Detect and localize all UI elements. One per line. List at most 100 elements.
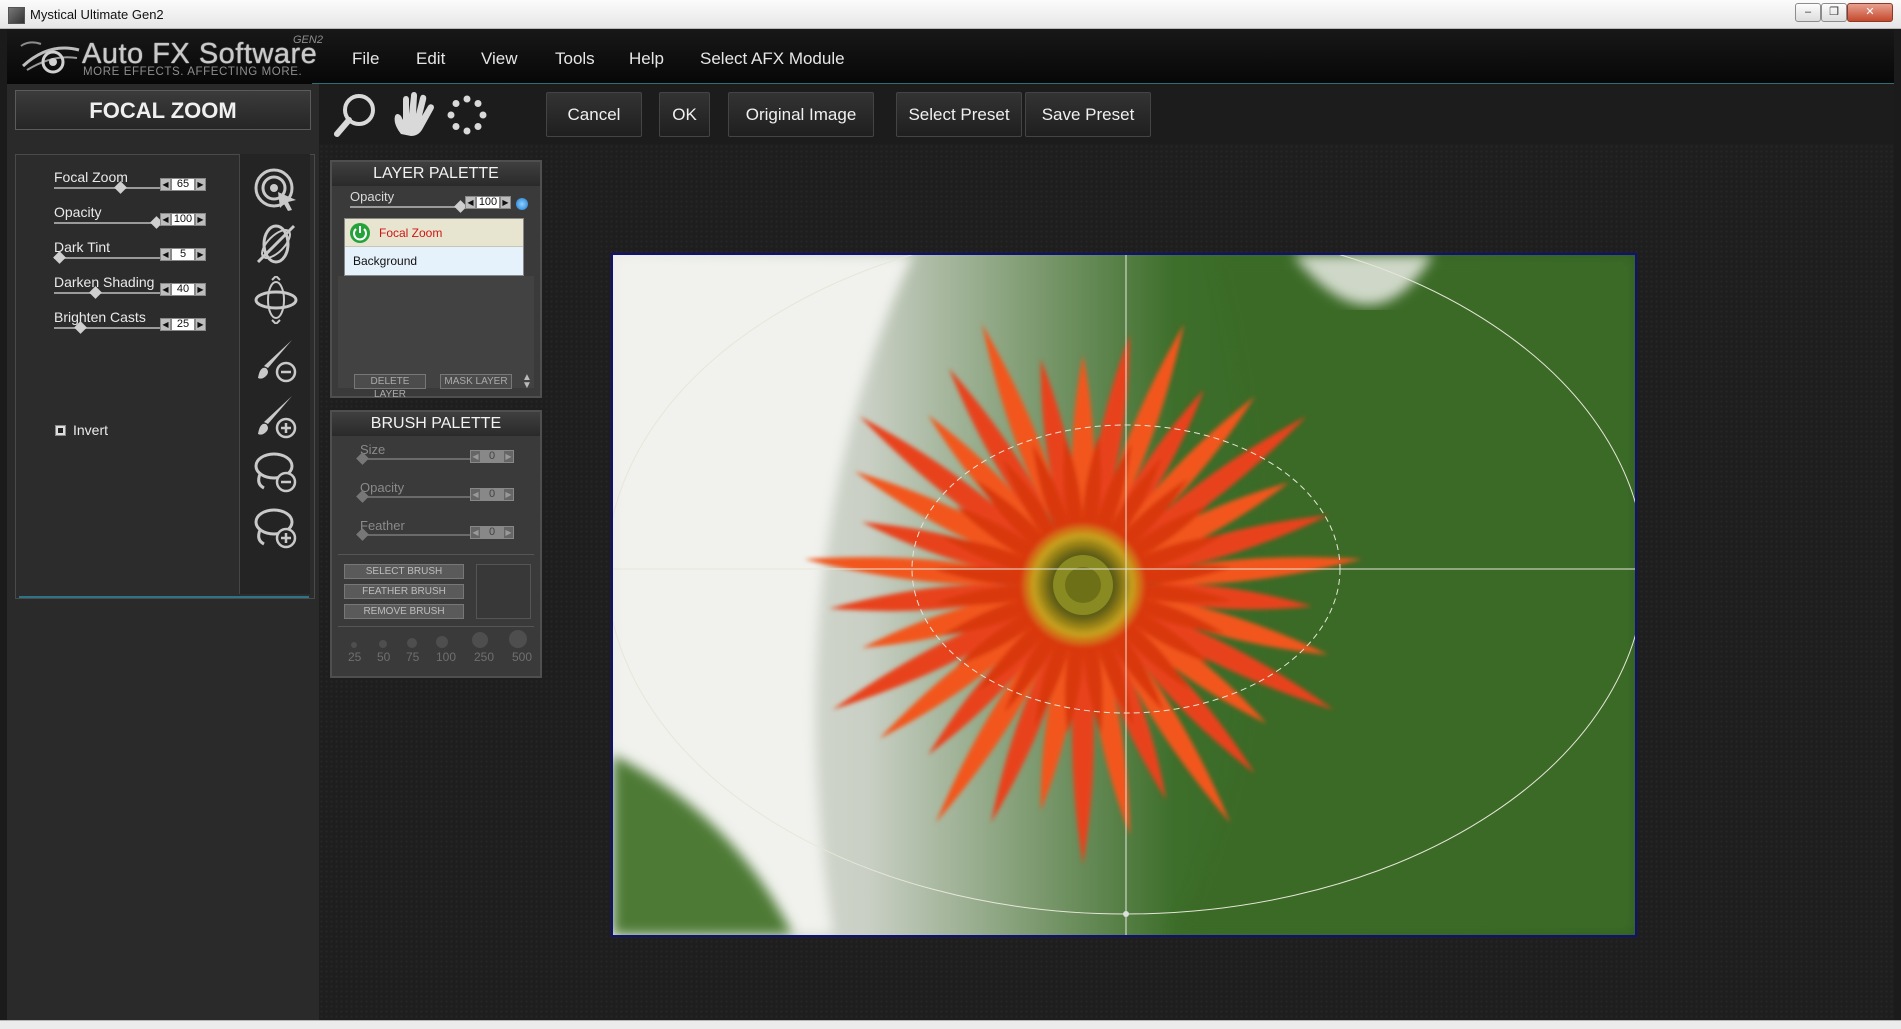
brush-size-dot[interactable]	[472, 632, 488, 648]
brush-slider-increment[interactable]: ▶	[503, 488, 514, 501]
layer-opacity-label: Opacity	[350, 189, 395, 204]
brush-slider-track[interactable]	[360, 534, 470, 536]
no-selection-icon[interactable]	[252, 220, 300, 268]
slider-value[interactable]: 40	[171, 283, 195, 296]
brush-size-label[interactable]: 75	[406, 650, 419, 664]
brush-size-label[interactable]: 250	[474, 650, 494, 664]
slider-track[interactable]	[54, 187, 164, 189]
brush-slider-decrement[interactable]: ◀	[470, 526, 481, 539]
slider-value[interactable]: 100	[171, 213, 195, 226]
slider-increment[interactable]: ▶	[195, 248, 206, 261]
invert-checkbox[interactable]	[55, 425, 66, 436]
select-brush-button[interactable]: SELECT BRUSH	[344, 564, 464, 579]
brush-slider-increment[interactable]: ▶	[503, 526, 514, 539]
menu-edit[interactable]: Edit	[416, 49, 445, 69]
spinner-icon[interactable]	[446, 94, 488, 136]
slider-increment[interactable]: ▶	[195, 283, 206, 296]
orbit-icon[interactable]	[252, 276, 300, 324]
zoom-icon[interactable]	[333, 92, 379, 138]
restore-icon[interactable]: ❐	[1821, 3, 1847, 22]
slider-decrement[interactable]: ◀	[160, 248, 171, 261]
logo-gen: GEN2	[293, 34, 323, 46]
slider-decrement[interactable]: ◀	[160, 178, 171, 191]
brush-size-dot[interactable]	[379, 640, 387, 648]
menu-tools[interactable]: Tools	[555, 49, 595, 69]
slider-decrement[interactable]: ◀	[160, 213, 171, 226]
brush-palette-body: Size ◀ 0 ▶ Opacity ◀ 0 ▶ Feather ◀ 0 ▶ SELECT BRUSH…	[332, 436, 540, 676]
layer-palette-body: Opacity ◀ 100 ▶ Focal Zoom Background DE…	[332, 186, 540, 400]
slider-increment[interactable]: ▶	[195, 318, 206, 331]
layer-opacity-track[interactable]	[350, 206, 464, 208]
mask-layer-button[interactable]: MASK LAYER	[440, 374, 512, 389]
feather-brush-button[interactable]: FEATHER BRUSH	[344, 584, 464, 599]
brush-add-icon[interactable]	[252, 392, 300, 440]
brush-size-label[interactable]: 25	[348, 650, 361, 664]
action-toolbar: Cancel OK Original Image Select Preset S…	[319, 84, 1894, 144]
slider-track[interactable]	[54, 222, 164, 224]
effect-panel: FOCAL ZOOM Focal Zoom ◀ 65 ▶ Opacity ◀ 100 ▶ Dar…	[7, 84, 319, 1020]
close-icon[interactable]: ✕	[1847, 3, 1893, 22]
slider-decrement[interactable]: ◀	[160, 318, 171, 331]
layer-opacity-decrement[interactable]: ◀	[465, 196, 476, 209]
layer-opacity-increment[interactable]: ▶	[500, 196, 511, 209]
brush-size-dot[interactable]	[509, 630, 527, 648]
menu-help[interactable]: Help	[629, 49, 664, 69]
layer-list: Focal Zoom Background	[344, 218, 524, 276]
brush-size-dot[interactable]	[407, 638, 417, 648]
slider-value[interactable]: 25	[171, 318, 195, 331]
brush-slider-value[interactable]: 0	[481, 526, 503, 539]
layer-opacity-value[interactable]: 100	[476, 196, 500, 209]
remove-brush-button[interactable]: REMOVE BRUSH	[344, 604, 464, 619]
layer-palette-title: LAYER PALETTE	[332, 162, 540, 186]
brush-remove-icon[interactable]	[252, 336, 300, 384]
blend-mode-icon[interactable]	[516, 198, 528, 210]
window-title: Mystical Ultimate Gen2	[30, 7, 164, 22]
header-bar: Auto FX Software MORE EFFECTS. AFFECTING…	[7, 29, 1894, 84]
focal-target-icon[interactable]	[252, 164, 300, 212]
cancel-button[interactable]: Cancel	[546, 92, 642, 137]
select-preset-button[interactable]: Select Preset	[896, 92, 1022, 137]
lasso-remove-icon[interactable]	[252, 448, 300, 496]
ok-button[interactable]: OK	[659, 92, 710, 137]
slider-value[interactable]: 5	[171, 248, 195, 261]
slider-track[interactable]	[54, 257, 164, 259]
controls-accent-line	[19, 596, 309, 598]
effect-tool-column	[239, 154, 310, 594]
power-icon[interactable]	[349, 222, 371, 244]
original-image-button[interactable]: Original Image	[728, 92, 874, 137]
brush-slider-track[interactable]	[360, 496, 470, 498]
slider-decrement[interactable]: ◀	[160, 283, 171, 296]
brush-slider-decrement[interactable]: ◀	[470, 450, 481, 463]
menu-select-afx-module[interactable]: Select AFX Module	[700, 49, 845, 69]
slider-track[interactable]	[54, 327, 164, 329]
delete-layer-button[interactable]: DELETE LAYER	[354, 374, 426, 400]
brush-size-label[interactable]: 50	[377, 650, 390, 664]
brush-slider-increment[interactable]: ▶	[503, 450, 514, 463]
brush-size-dot[interactable]	[436, 636, 448, 648]
preview-image[interactable]	[611, 253, 1637, 937]
brush-slider-decrement[interactable]: ◀	[470, 488, 481, 501]
layer-row-focal-zoom[interactable]: Focal Zoom	[345, 219, 523, 247]
slider-value[interactable]: 65	[171, 178, 195, 191]
slider-increment[interactable]: ▶	[195, 178, 206, 191]
slider-track[interactable]	[54, 292, 164, 294]
lasso-add-icon[interactable]	[252, 504, 300, 552]
slider-label: Dark Tint	[54, 239, 111, 255]
layer-scroll-arrows-icon[interactable]: ▲ ▼	[522, 373, 532, 391]
brush-slider-track[interactable]	[360, 458, 470, 460]
menu-view[interactable]: View	[481, 49, 518, 69]
effect-title: FOCAL ZOOM	[89, 98, 237, 123]
layer-row-background[interactable]: Background	[345, 247, 523, 275]
hand-icon[interactable]	[391, 90, 437, 138]
brush-slider-value[interactable]: 0	[481, 488, 503, 501]
menu-file[interactable]: File	[352, 49, 379, 69]
brush-slider-value[interactable]: 0	[481, 450, 503, 463]
autofx-logo: Auto FX Software MORE EFFECTS. AFFECTING…	[17, 32, 323, 84]
brush-size-dot[interactable]	[351, 642, 357, 648]
minimize-icon[interactable]: –	[1795, 3, 1821, 22]
slider-label: Opacity	[54, 204, 102, 220]
slider-increment[interactable]: ▶	[195, 213, 206, 226]
brush-size-label[interactable]: 100	[436, 650, 456, 664]
save-preset-button[interactable]: Save Preset	[1025, 92, 1151, 137]
brush-size-label[interactable]: 500	[512, 650, 532, 664]
